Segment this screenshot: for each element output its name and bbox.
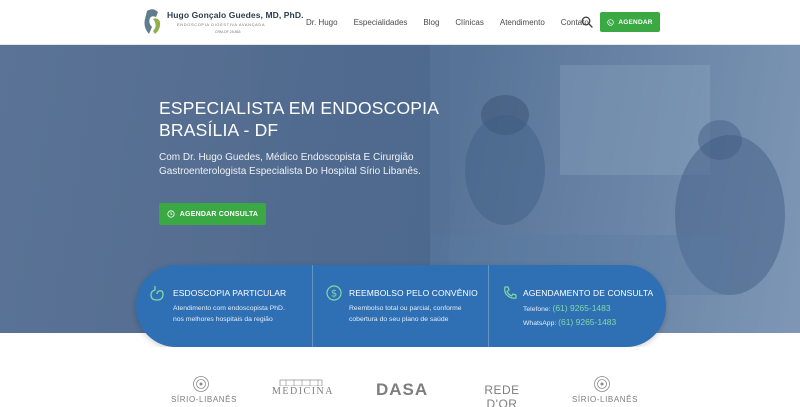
rede-dor-text: REDE D'OR	[484, 383, 520, 407]
sirio-libanes-text: SÍRIO-LIBANÊS	[572, 395, 639, 404]
agendar-button-label: AGENDAR	[618, 18, 653, 26]
feature-title: ESDOSCOPIA PARTICULAR	[173, 288, 287, 298]
logo-crm: CRM-DF 25.863	[215, 30, 241, 34]
partner-sirio-libanes-2: SÍRIO-LIBANÊS	[572, 375, 639, 404]
agendar-consulta-button[interactable]: AGENDAR CONSULTA	[159, 203, 266, 225]
dollar-circle-icon: $	[326, 285, 342, 301]
feature-agendamento: AGENDAMENTO DE CONSULTA Telefone: (61) 9…	[488, 265, 666, 347]
hero-desc-line2: Gastroenterologista Especialista Do Hosp…	[159, 166, 421, 177]
whatsapp-row: WhatsApp: (61) 9265-1483	[523, 316, 616, 330]
partner-sirio-libanes-1: SÍRIO-LIBANÊS	[171, 375, 238, 404]
feature-title: REEMBOLSO PELO CONVÊNIO	[349, 288, 478, 298]
hero-description: Com Dr. Hugo Guedes, Médico Endoscopista…	[159, 151, 459, 179]
site-logo[interactable]: Hugo Gonçalo Guedes, MD, PhD. ENDOSCOPIA…	[143, 6, 304, 38]
nav-especialidades[interactable]: Especialidades	[354, 18, 408, 27]
feature-text-line2: cobertura do seu plano de saúde	[349, 316, 449, 323]
medicina-building-icon	[279, 379, 323, 386]
whatsapp-label: WhatsApp:	[523, 320, 557, 327]
feature-title: AGENDAMENTO DE CONSULTA	[523, 288, 654, 298]
hero-desc-line1: Com Dr. Hugo Guedes, Médico Endoscopista…	[159, 152, 414, 163]
feature-reembolso: $ REEMBOLSO PELO CONVÊNIO Reembolso tota…	[312, 265, 488, 347]
hero-title: ESPECIALISTA EM ENDOSCOPIA BRASÍLIA - DF	[159, 97, 439, 141]
site-header: Hugo Gonçalo Guedes, MD, PhD. ENDOSCOPIA…	[0, 0, 800, 45]
nav-atendimento[interactable]: Atendimento	[500, 18, 545, 27]
feature-text: Atendimento com endoscopista PhD. nos me…	[173, 303, 285, 325]
logo-subtitle: ENDOSCOPIA DIGESTIVA AVANÇADA	[177, 22, 266, 27]
hero-title-line2: BRASÍLIA - DF	[159, 120, 279, 140]
logo-emblem-icon	[144, 9, 161, 35]
dasa-text: DASA	[376, 380, 429, 399]
phone-label: Telefone:	[523, 306, 551, 313]
phone-row: Telefone: (61) 9265-1483	[523, 302, 616, 316]
phone-icon	[504, 286, 517, 299]
hero-title-line1: ESPECIALISTA EM ENDOSCOPIA	[159, 98, 440, 118]
feature-bar: ESDOSCOPIA PARTICULAR Atendimento com en…	[136, 265, 666, 347]
agendar-consulta-label: AGENDAR CONSULTA	[179, 210, 259, 218]
sirio-libanes-text: SÍRIO-LIBANÊS	[171, 395, 238, 404]
partner-rede-dor: REDE D'OR	[472, 383, 532, 407]
phone-link[interactable]: (61) 9265-1483	[552, 303, 610, 313]
partner-medicina: MEDICINA	[272, 378, 334, 397]
nav-clinicas[interactable]: Clínicas	[455, 18, 483, 27]
feature-text-line2: nos melhores hospitais da região	[173, 316, 273, 323]
nav-dr-hugo[interactable]: Dr. Hugo	[306, 18, 338, 27]
logo-name: Hugo Gonçalo Guedes, MD, PhD.	[167, 10, 304, 20]
agendar-button[interactable]: AGENDAR	[600, 12, 660, 32]
feature-text-line1: Atendimento com endoscopista PhD.	[173, 305, 285, 312]
whatsapp-icon	[607, 18, 615, 26]
nav-blog[interactable]: Blog	[423, 18, 439, 27]
partner-dasa: DASA	[376, 380, 429, 400]
clock-icon	[167, 210, 175, 218]
sirio-libanes-emblem-icon	[594, 376, 610, 392]
main-nav: Dr. Hugo Especialidades Blog Clínicas At…	[306, 0, 605, 45]
svg-text:$: $	[331, 289, 337, 300]
feature-contacts: Telefone: (61) 9265-1483 WhatsApp: (61) …	[523, 302, 616, 330]
partner-logos: SÍRIO-LIBANÊS MEDICINA DASA REDE D'OR SÍ…	[0, 347, 800, 407]
stomach-icon	[150, 286, 164, 301]
search-icon[interactable]	[581, 16, 593, 28]
feature-text-line1: Reembolso total ou parcial, conforme	[349, 305, 462, 312]
feature-endoscopia: ESDOSCOPIA PARTICULAR Atendimento com en…	[136, 265, 312, 347]
feature-text: Reembolso total ou parcial, conforme cob…	[349, 303, 462, 325]
medicina-text: MEDICINA	[272, 386, 334, 397]
sirio-libanes-emblem-icon	[193, 376, 209, 392]
whatsapp-link[interactable]: (61) 9265-1483	[558, 317, 616, 327]
